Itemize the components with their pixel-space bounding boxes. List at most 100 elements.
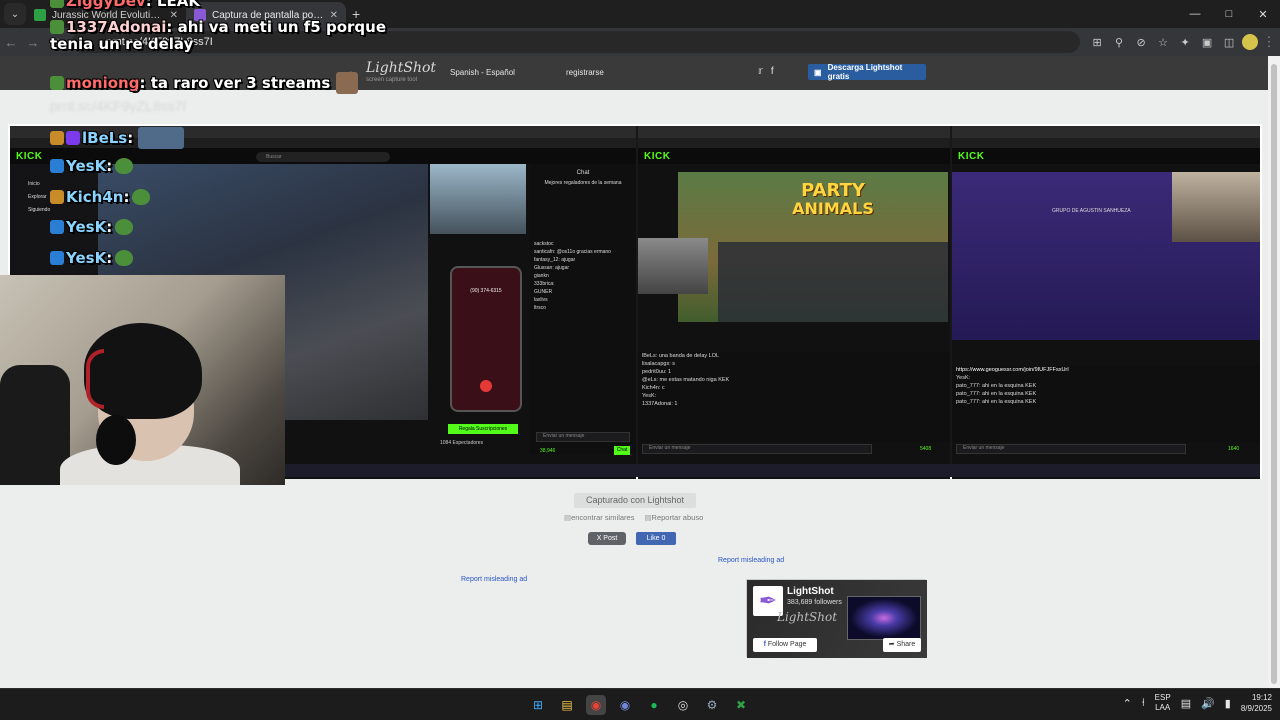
tab-search-icon[interactable]: ⌄ [4,3,26,25]
puzzle-icon[interactable]: ▣ [1200,36,1214,49]
streamer-facecam [430,164,526,234]
chat-badge-icon [50,220,64,234]
windows-taskbar: ⊞ ▤ ◉ ◉ ● ◎ ⚙ ✖ ⌃ ⍿ ESP LAA ▤ 🔊 ▮ 19:12 8/… [0,688,1280,720]
left-chat-input[interactable]: Enviar un mensaje [536,432,630,442]
toolbar-icons: ⊞ ⚲ ⊘ ☆ ✦ ▣ ◫ [1090,36,1236,49]
overlay-message: YesK: [50,218,134,236]
file-explorer-icon[interactable]: ▤ [557,695,577,715]
show-hidden-icons-icon[interactable]: ⌃ [1123,697,1132,710]
chrome-icon[interactable]: ◉ [586,695,606,715]
steam-icon[interactable]: ⚙ [702,695,722,715]
party-animals-stream: PARTY ANIMALS [678,172,948,322]
discord-icon[interactable]: ◉ [615,695,635,715]
middle-chat-input[interactable]: Enviar un mensaje [642,444,872,454]
menu-icon[interactable]: ⋮ [1258,34,1280,50]
follow-count: 38,946 [540,448,556,454]
lobby-title: GRUPO DE AGUSTIN SANHUEZA [1052,208,1131,214]
sidepanel-icon[interactable]: ◫ [1222,36,1236,49]
windows-start-icon[interactable]: ⊞ [528,695,548,715]
overlay-message: moniong: ta raro ver 3 streams [50,72,360,94]
chat-badge-icon [50,0,64,8]
emote-icon [335,72,358,94]
profile-avatar[interactable] [1242,34,1259,50]
right-stream-window: KICK GRUPO DE AGUSTIN SANHUEZA https://w… [952,126,1260,479]
close-window-icon[interactable]: ✕ [1246,0,1280,28]
social-links: 𝕣 f [758,66,774,77]
discord-overlay [718,242,948,322]
overlay-message: ZiggyDev: LEAK [50,0,200,10]
download-button[interactable]: ▣ Descarga Lightshot gratis [808,63,926,81]
tracking-icon[interactable]: ⊘ [1134,36,1148,49]
ingame-phone: (90) 374-6315 [450,266,522,412]
pepe-emote-icon [115,219,134,235]
search-input[interactable]: Buscar [256,152,390,162]
chat-line: 1337Adonai: 1 [642,401,678,407]
chat-send-button[interactable]: Chat [614,446,630,455]
gift-subs-button[interactable]: Regala Suscripciones [448,424,518,434]
emote-icon [138,127,185,149]
overlay-message: YesK: [50,249,134,267]
right-chat-input[interactable]: Enviar un mensaje [956,444,1186,454]
chat-line: pato_777: ahi en la esquina KEK [956,399,1037,405]
maximize-icon[interactable]: □ [1212,0,1246,28]
forward-icon[interactable]: → [22,35,44,50]
chat-line: ltrsco [534,305,546,311]
facebook-icon[interactable]: f [771,66,774,77]
clock[interactable]: 19:12 8/9/2025 [1241,692,1272,714]
chat-line: fantasy_12: ajugar [534,257,576,263]
x-post-button[interactable]: X Post [588,532,626,545]
report-abuse-link[interactable]: Reportar abuso [644,513,704,522]
obs-icon[interactable]: ◎ [673,695,693,715]
pepe-emote-icon [115,158,134,174]
chat-link[interactable]: https://www.geoguessr.com/join/9IUFJFFsx… [952,366,1260,374]
register-link[interactable]: registrarse [566,68,604,77]
battery-icon[interactable]: ▮ [1225,697,1231,710]
chat-line: 333brica: [534,281,555,287]
chat-badge-icon [66,131,80,145]
viewer-count: 5408 [920,446,932,452]
chat-line: pato_777: ahi en la esquina KEK [956,383,1037,389]
spotify-icon[interactable]: ● [644,695,664,715]
scrollbar[interactable] [1268,56,1280,690]
overlay-message: 1337Adonai: ahi va meti un f5 porque ten… [50,18,386,53]
facebook-page-widget[interactable]: ✒ LightShot 383,689 followers LightShot … [746,579,927,658]
brand-name: LightShot screen capture tool [366,60,437,83]
scrollbar-thumb[interactable] [1271,64,1277,684]
follow-page-button[interactable]: f Follow Page [753,638,817,652]
install-icon[interactable]: ⊞ [1090,36,1104,49]
download-icon: ▣ [814,67,822,77]
volume-icon[interactable]: 🔊 [1201,697,1215,710]
twitter-icon[interactable]: 𝕣 [758,66,763,77]
middle-chat-panel: lBeLs: una banda de delay LOL lisalacapg… [638,352,950,442]
microphone-icon[interactable]: ⍿ [1142,697,1145,710]
report-ad-link[interactable]: Report misleading ad [461,576,527,583]
kick-logo: KICK [958,151,985,162]
find-similar-link[interactable]: encontrar similares [564,513,634,522]
chat-line: Glussan: ajugar [534,265,570,271]
back-icon[interactable]: ← [0,35,22,50]
fb-page-name[interactable]: LightShot [787,586,834,597]
viewer-count: 1084 Espectadores [440,440,484,446]
share-button[interactable]: ➦ Share [883,638,921,652]
streamer-facecam [1172,172,1260,242]
network-icon[interactable]: ▤ [1181,697,1191,710]
language-select[interactable]: Spanish - Español [450,68,515,77]
image-actions: encontrar similares Reportar abuso [564,513,703,522]
galaxy-image [847,596,921,640]
report-ad-link[interactable]: Report misleading ad [718,557,784,564]
chat-badge-icon [50,131,64,145]
zoom-icon[interactable]: ⚲ [1112,36,1126,49]
chat-line: santicafn: @os11o gracias ermano [534,249,611,255]
blurred-url: prnt.sc/4KF9yZL8ss7I [50,98,187,114]
input-language[interactable]: ESP LAA [1155,693,1171,713]
overlay-message: Kich4n: [50,188,151,206]
fb-like-button[interactable]: Like 0 [636,532,676,545]
system-tray: ⌃ ⍿ ESP LAA ▤ 🔊 ▮ 19:12 8/9/2025 [1123,692,1272,714]
xbox-icon[interactable]: ✖ [731,695,751,715]
chat-line: GUNER [534,289,553,295]
chat-line: laxlivs [534,297,548,303]
extension-icon[interactable]: ✦ [1178,36,1192,49]
bookmark-star-icon[interactable]: ☆ [1156,36,1170,49]
minimize-icon[interactable]: — [1178,0,1212,28]
chat-line: YesK: [642,393,657,399]
